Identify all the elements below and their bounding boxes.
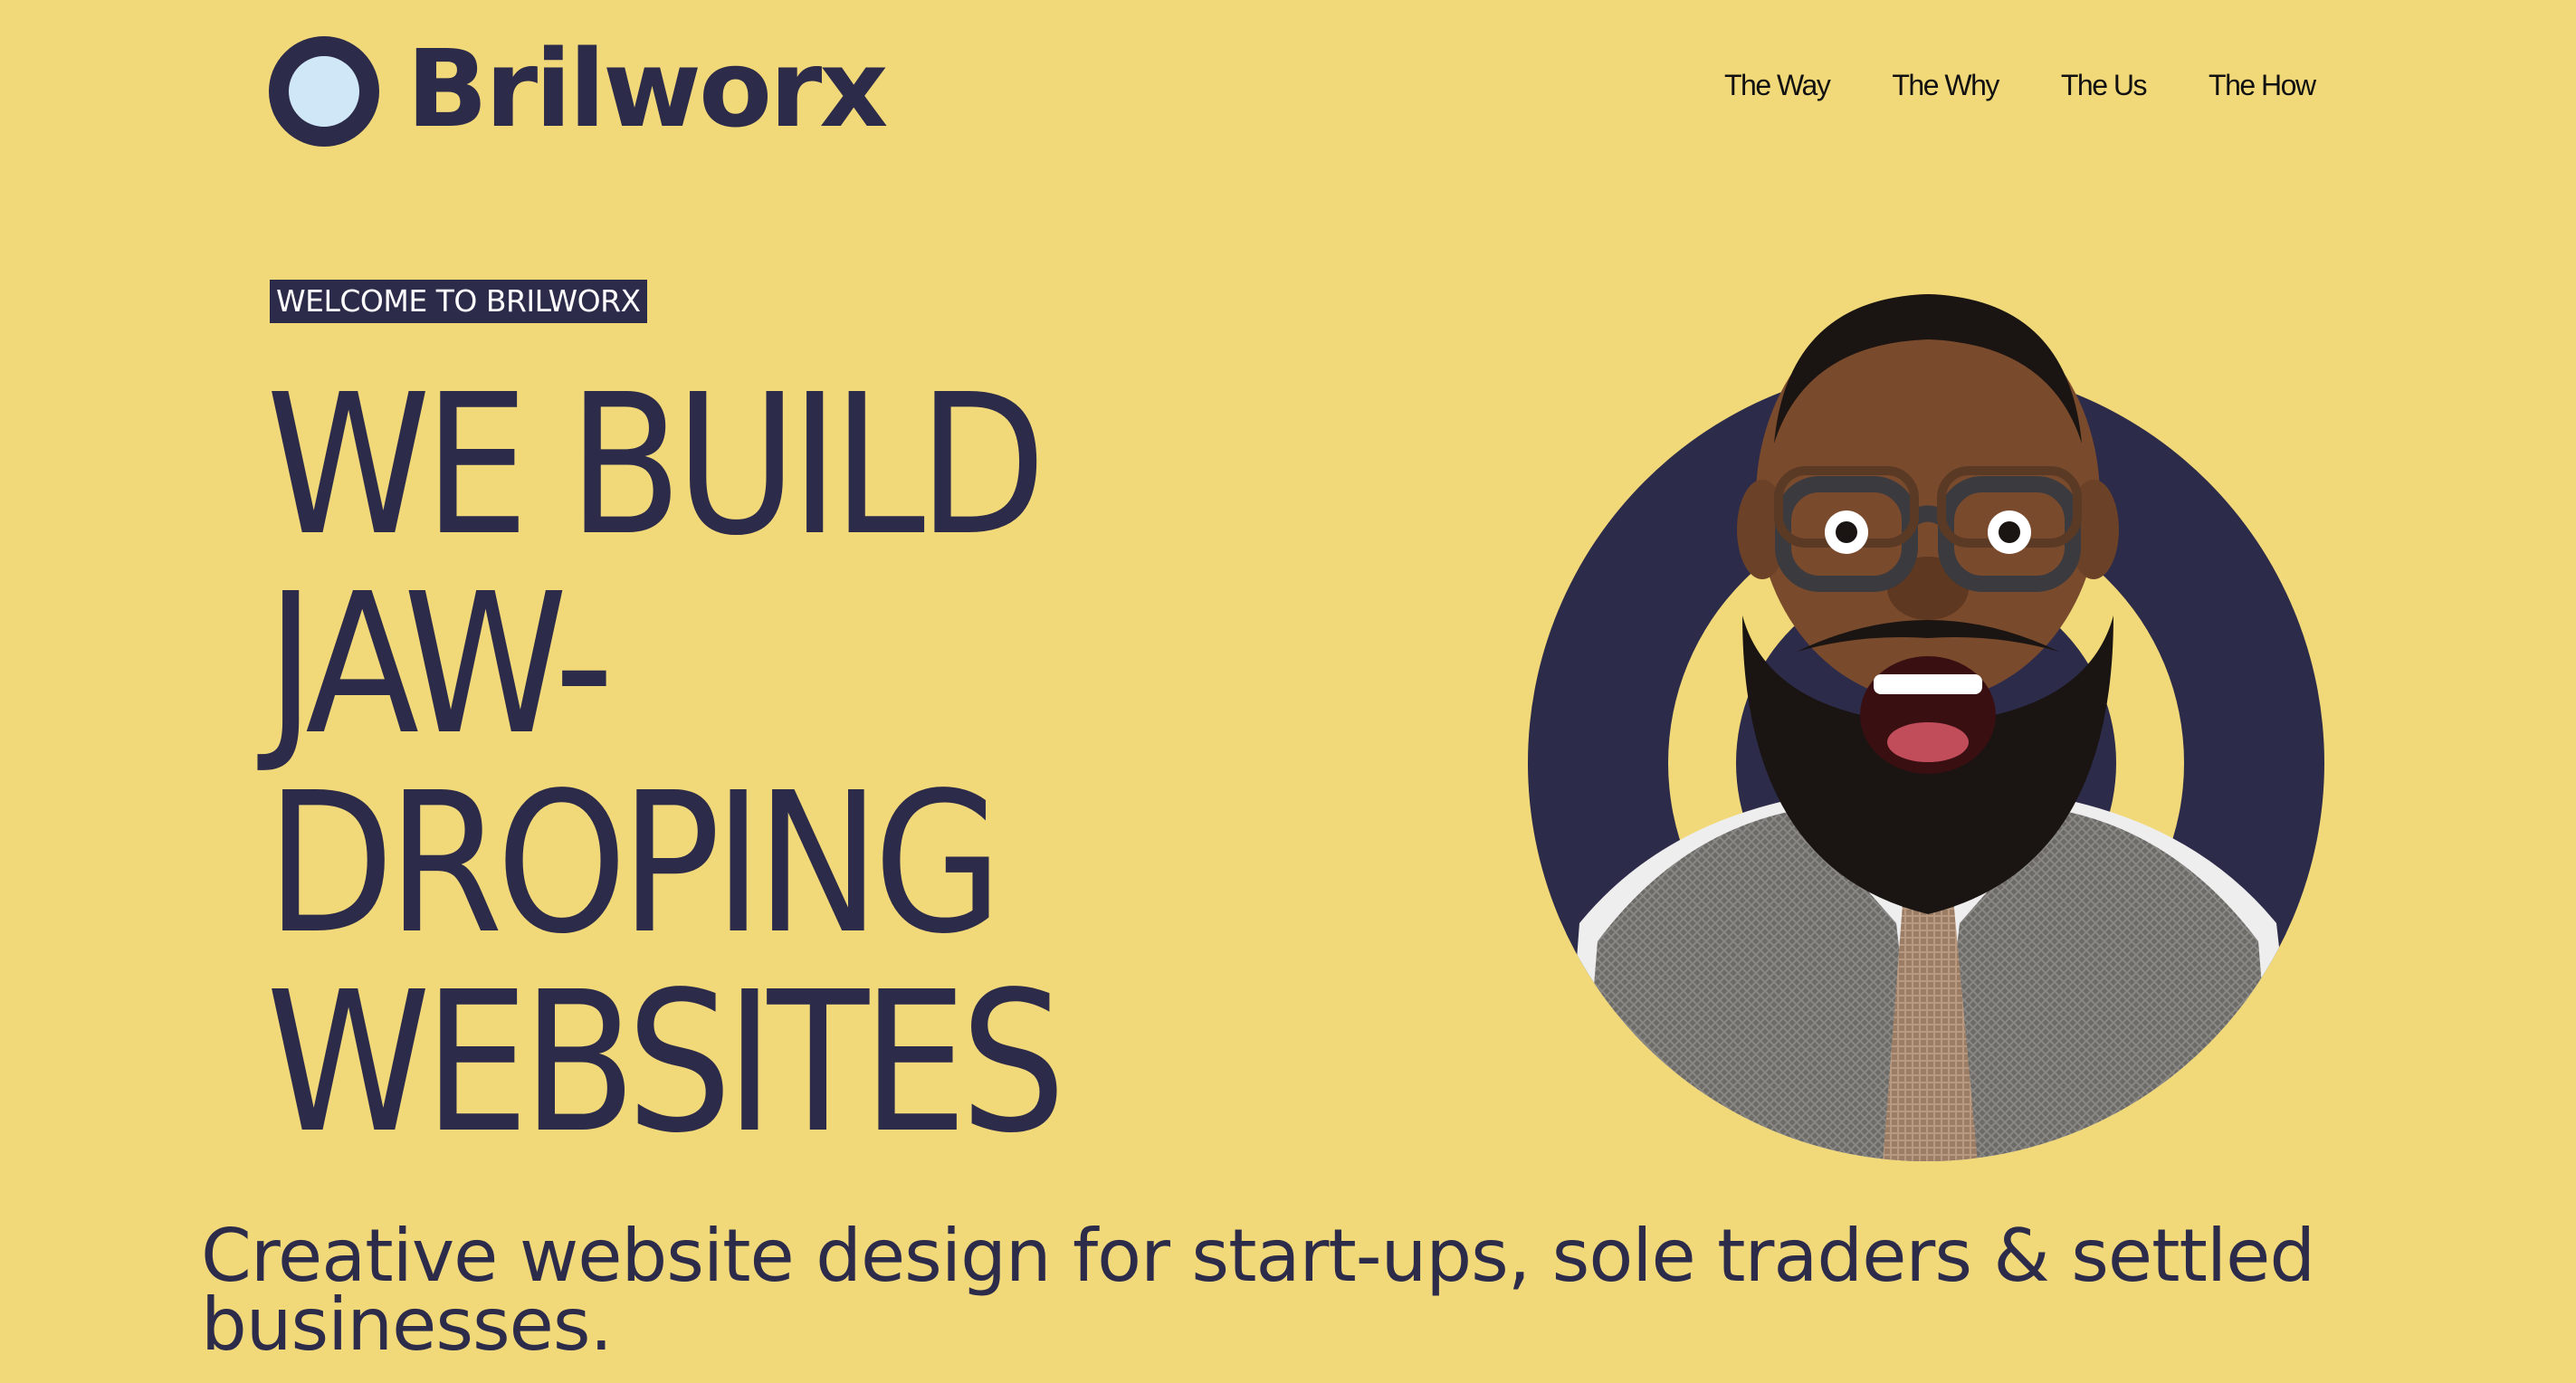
- welcome-badge: WELCOME TO BRILWORX: [270, 280, 647, 323]
- headline-line: DROPING: [266, 751, 1003, 977]
- nav-item-the-how[interactable]: The How: [2209, 71, 2316, 100]
- hero-portrait-image: [1525, 290, 2326, 1163]
- nav-item-the-way[interactable]: The Way: [1724, 71, 1831, 100]
- logo-ring-icon: [269, 35, 379, 147]
- main-nav: The Way The Why The Us The How: [1724, 71, 2316, 100]
- hero-headline: WE BUILD JAW- DROPING WEBSITES: [266, 367, 1188, 1163]
- headline-line: WEBSITES: [266, 950, 1066, 1176]
- nav-item-the-us[interactable]: The Us: [2061, 71, 2148, 100]
- subheadline-line: Creative website design for start-ups, s…: [201, 1214, 2315, 1298]
- brand-logo[interactable]: Brilworx: [269, 25, 888, 151]
- page: Brilworx The Way The Why The Us The How …: [0, 0, 2576, 1383]
- excited-bearded-man-portrait-icon: [1528, 294, 2324, 1161]
- headline-line: WE BUILD: [266, 353, 1046, 578]
- headline-line: JAW-: [266, 552, 615, 777]
- hero-subheadline: Creative website design for start-ups, s…: [201, 1214, 2373, 1367]
- nav-item-the-why[interactable]: The Why: [1892, 71, 1999, 100]
- subheadline-line: businesses.: [201, 1283, 613, 1367]
- brand-name: Brilworx: [406, 25, 888, 151]
